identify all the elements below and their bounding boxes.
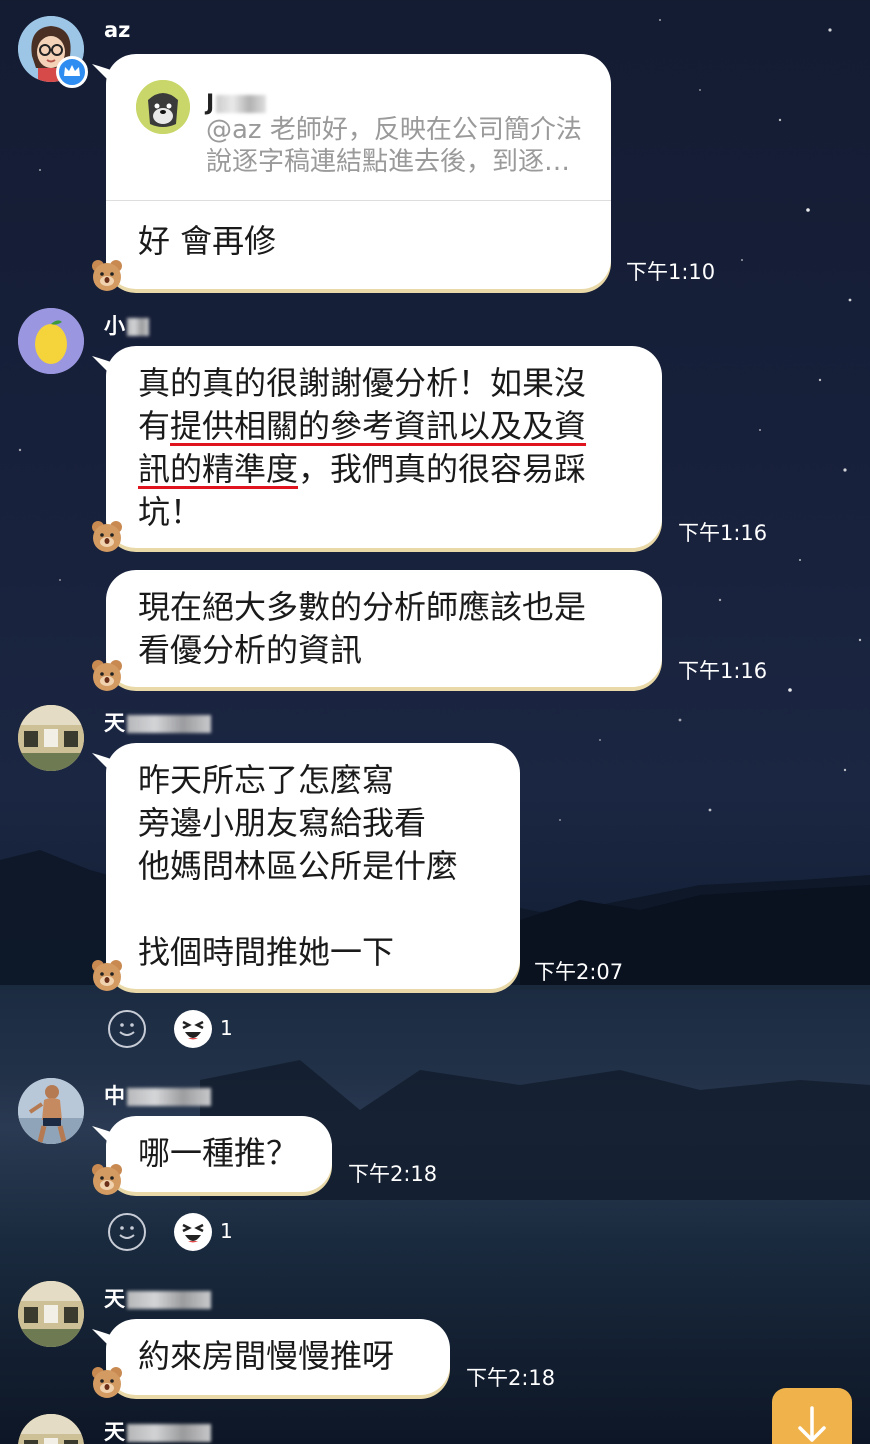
bubble-tail xyxy=(92,356,122,380)
sender-name: 天 xyxy=(104,707,211,737)
quote-divider xyxy=(106,200,611,201)
reaction-row: 1 xyxy=(108,1213,308,1253)
scroll-to-bottom-button[interactable] xyxy=(772,1388,852,1444)
crown-badge-icon xyxy=(56,56,88,88)
add-reaction-button[interactable] xyxy=(108,1213,146,1251)
laughing-emoji-icon[interactable] xyxy=(174,1010,212,1048)
sender-name: az xyxy=(104,18,131,42)
message-bubble[interactable]: 約來房間慢慢推呀 xyxy=(92,1319,450,1395)
message-text: 昨天所忘了怎麼寫 旁邊小朋友寫給我看 他媽問林區公所是什麼 找個時間推她一下 xyxy=(138,761,459,971)
message-bubble[interactable]: 哪一種推？ xyxy=(92,1116,332,1192)
smile-icon xyxy=(119,1023,135,1036)
smile-icon xyxy=(119,1226,135,1239)
quote-avatar xyxy=(136,80,190,134)
message-time: 下午1:10 xyxy=(626,260,716,284)
underlined-text: 提供相關的參考資訊以及及資 xyxy=(170,407,587,445)
bear-sticker-icon xyxy=(92,1367,122,1398)
message-time: 下午2:07 xyxy=(534,960,624,984)
bear-sticker-icon xyxy=(92,960,122,991)
sender-name: 小 xyxy=(104,310,149,340)
arrow-down-icon xyxy=(798,1406,826,1442)
quote-text: @az 老師好，反映在公司簡介法 說逐字稿連結點進去後，到逐… xyxy=(206,115,582,177)
bubble-tail xyxy=(92,1329,122,1353)
avatar-room[interactable] xyxy=(18,1281,84,1347)
bear-sticker-icon xyxy=(92,1164,122,1195)
bubble-tail xyxy=(92,64,122,88)
message-time: 下午2:18 xyxy=(348,1162,438,1186)
avatar-room[interactable] xyxy=(18,705,84,771)
laughing-emoji-icon[interactable] xyxy=(174,1213,212,1251)
underlined-text: 訊的精準度 xyxy=(138,450,299,488)
sender-name: 天 xyxy=(104,1283,211,1313)
message-time: 下午1:16 xyxy=(678,521,768,545)
message-text: 約來房間慢慢推呀 xyxy=(138,1337,395,1375)
message-text: 好 會再修 xyxy=(138,222,277,260)
message-text: 現在絕大多數的分析師應該也是 看優分析的資訊 xyxy=(138,588,587,669)
message-text: 哪一種推？ xyxy=(138,1134,299,1172)
message-bubble-quoted[interactable]: J @az 老師好，反映在公司簡介法 說逐字稿連結點進去後，到逐… 好 會再修 xyxy=(92,54,611,289)
reaction-row: 1 xyxy=(108,1010,308,1050)
message-bubble[interactable]: 現在絕大多數的分析師應該也是 看優分析的資訊 xyxy=(106,570,662,687)
reaction-count: 1 xyxy=(220,1016,233,1040)
reaction-count: 1 xyxy=(220,1219,233,1243)
add-reaction-button[interactable] xyxy=(108,1010,146,1048)
avatar-lemon[interactable] xyxy=(18,308,84,374)
bear-sticker-icon xyxy=(92,521,122,552)
bubble-tail xyxy=(92,753,122,777)
avatar-runner[interactable] xyxy=(18,1078,84,1144)
message-time: 下午2:18 xyxy=(466,1366,556,1390)
message-bubble[interactable]: 昨天所忘了怎麼寫 旁邊小朋友寫給我看 他媽問林區公所是什麼 找個時間推她一下 xyxy=(92,743,520,989)
message-text: 真的真的很謝謝優分析！如果沒 有提供相關的參考資訊以及及資 訊的精準度，我們真的… xyxy=(138,364,587,531)
avatar-room[interactable] xyxy=(18,1414,84,1444)
bubble-tail xyxy=(92,1126,122,1150)
bear-sticker-icon xyxy=(92,660,122,691)
message-bubble[interactable]: 真的真的很謝謝優分析！如果沒 有提供相關的參考資訊以及及資 訊的精準度，我們真的… xyxy=(92,346,662,548)
sender-name: 天 xyxy=(104,1416,211,1444)
message-time: 下午1:16 xyxy=(678,659,768,683)
bear-sticker-icon xyxy=(92,260,122,291)
sender-name: 中 xyxy=(104,1080,211,1110)
